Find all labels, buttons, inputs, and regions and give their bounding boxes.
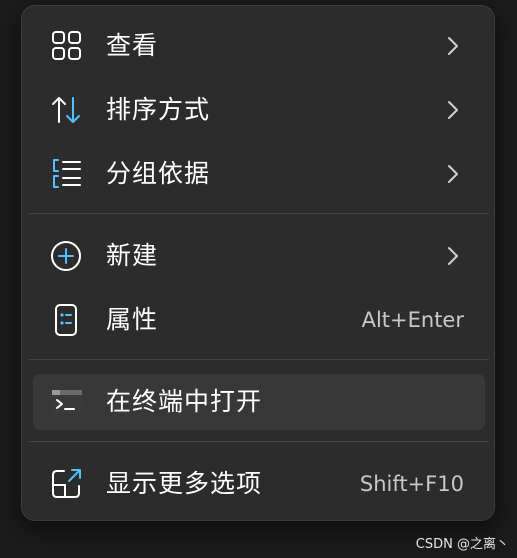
grid-view-icon <box>50 30 84 62</box>
menu-item-label: 查看 <box>106 31 159 60</box>
menu-item-label: 新建 <box>106 241 159 270</box>
chevron-right-icon <box>446 35 460 57</box>
menu-separator <box>29 359 489 360</box>
menu-item-sort-by[interactable]: 排序方式 <box>33 82 485 138</box>
watermark: CSDN @之离丶 <box>415 537 509 552</box>
keyboard-shortcut: Alt+Enter <box>361 308 464 332</box>
group-list-icon <box>50 158 84 190</box>
menu-item-label: 显示更多选项 <box>106 469 263 498</box>
sort-arrows-icon <box>50 94 84 126</box>
menu-item-label: 分组依据 <box>106 159 211 188</box>
menu-item-view[interactable]: 查看 <box>33 18 485 74</box>
chevron-right-icon <box>446 99 460 121</box>
menu-item-group-by[interactable]: 分组依据 <box>33 146 485 202</box>
chevron-right-icon <box>446 163 460 185</box>
menu-item-new[interactable]: 新建 <box>33 228 485 284</box>
more-options-icon <box>50 468 84 500</box>
menu-item-open-in-terminal[interactable]: 在终端中打开 <box>33 374 485 430</box>
chevron-right-icon <box>446 245 460 267</box>
properties-icon <box>50 304 84 336</box>
menu-item-label: 属性 <box>106 305 159 334</box>
keyboard-shortcut: Shift+F10 <box>359 472 464 496</box>
menu-separator <box>29 441 489 442</box>
menu-separator <box>29 213 489 214</box>
plus-circle-icon <box>50 240 84 272</box>
menu-item-show-more-options[interactable]: 显示更多选项 Shift+F10 <box>33 456 485 512</box>
menu-item-properties[interactable]: 属性 Alt+Enter <box>33 292 485 348</box>
menu-item-label: 在终端中打开 <box>106 387 263 416</box>
menu-item-label: 排序方式 <box>106 95 211 124</box>
terminal-icon <box>50 386 84 418</box>
context-menu: 查看 排序方式 分组依据 新建 属性 Alt+Enter 在终端中打开 显示更多… <box>21 5 495 521</box>
